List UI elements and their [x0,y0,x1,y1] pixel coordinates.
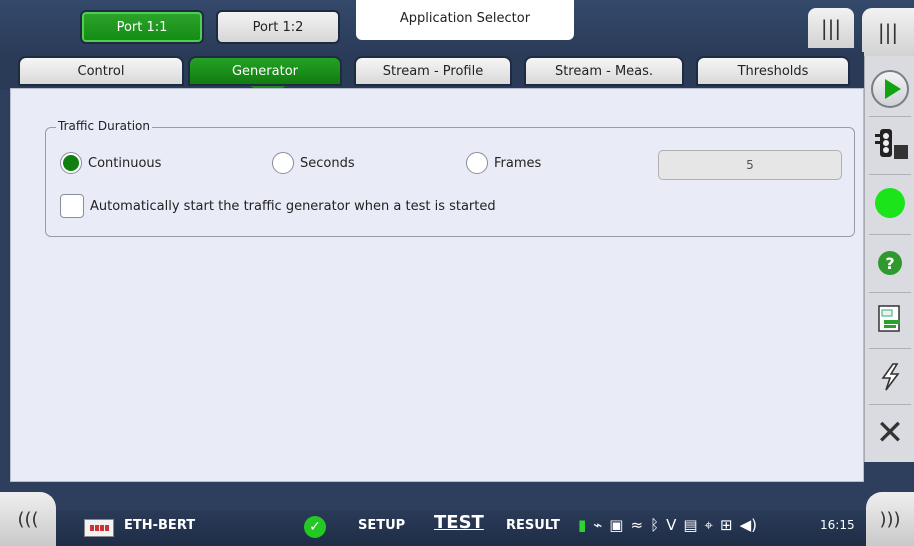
tab-generator[interactable]: Generator [188,56,342,86]
radio-continuous[interactable]: Continuous [60,152,161,174]
v-icon: V [666,516,677,534]
result-button[interactable]: RESULT [506,518,560,533]
application-selector-tab[interactable]: Application Selector [356,0,574,40]
tab-stream-profile[interactable]: Stream - Profile [354,56,512,86]
radio-unselected-icon[interactable] [272,152,294,174]
group-title: Traffic Duration [56,119,152,133]
auto-start-label: Automatically start the traffic generato… [90,198,496,214]
wifi-icon: ≈ [630,516,644,534]
bluetooth-icon: ᛒ [650,516,660,534]
lightning-icon[interactable] [865,354,914,400]
auto-start-row[interactable]: Automatically start the traffic generato… [60,194,496,218]
radio-seconds[interactable]: Seconds [272,152,355,174]
status-dot-icon [865,180,914,226]
port-1-2-button[interactable]: Port 1:2 [216,10,340,44]
clock: 16:15 [820,518,855,532]
radio-label: Continuous [88,155,162,171]
close-icon[interactable]: ✕ [865,410,914,456]
report-icon[interactable] [865,296,914,342]
plug-icon: ⌁ [593,516,603,534]
port-1-1-button[interactable]: Port 1:1 [80,10,204,44]
network-icon: ⊞ [719,516,733,534]
menu-bars-icon[interactable]: ||| [808,8,854,48]
play-icon[interactable] [865,66,914,112]
app-icon [84,519,114,537]
main-panel: Traffic Duration Continuous Seconds Fram… [10,88,864,482]
status-icons: ▮ ⌁ ▣ ≈ ᛒ V ▤ ⌖ ⊞ ◀) [578,516,757,534]
app-name: ETH-BERT [124,518,196,533]
collapse-left-icon[interactable]: ((( [0,492,56,546]
radio-label: Seconds [300,155,355,171]
tab-stream-meas[interactable]: Stream - Meas. [524,56,684,86]
menu-bars-icon[interactable]: ||| [862,8,914,56]
tab-thresholds[interactable]: Thresholds [696,56,850,86]
collapse-right-icon[interactable]: ))) [866,492,914,546]
speaker-icon[interactable]: ◀) [740,516,757,534]
help-icon[interactable]: ? [865,240,914,286]
tab-control[interactable]: Control [18,56,184,86]
auto-start-checkbox[interactable] [60,194,84,218]
radio-frames[interactable]: Frames [466,152,541,174]
terminal-icon: ▤ [683,516,698,534]
right-sidebar: ? ✕ [864,56,914,462]
test-button[interactable]: TEST [434,512,484,533]
traffic-light-icon[interactable] [865,122,914,168]
satellite-icon: ⌖ [704,516,713,534]
radio-selected-icon[interactable] [60,152,82,174]
setup-button[interactable]: SETUP [358,518,405,533]
radio-label: Frames [494,155,542,171]
camera-icon: ▣ [609,516,624,534]
radio-unselected-icon[interactable] [466,152,488,174]
duration-value-field[interactable]: 5 [658,150,842,180]
check-icon: ✓ [304,516,326,538]
traffic-duration-group: Traffic Duration Continuous Seconds Fram… [45,119,855,237]
battery-icon: ▮ [578,516,587,534]
